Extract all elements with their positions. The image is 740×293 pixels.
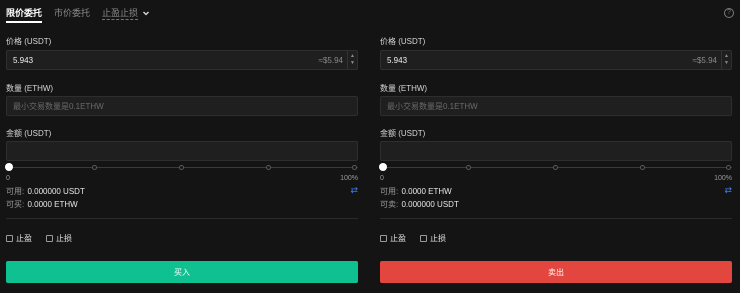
buy-price-stepper[interactable]: ▲ ▼ <box>347 51 357 69</box>
available-value: 0.0000 ETHW <box>401 187 452 196</box>
buy-percent-slider[interactable] <box>5 163 358 172</box>
tab-tp-sl[interactable]: 止盈止损 <box>102 6 150 23</box>
tab-tp-sl-label: 止盈止损 <box>102 7 139 20</box>
sell-qty-placeholder: 最小交易数量是0.1ETHW <box>387 101 478 111</box>
buy-slider-labels: 0 100% <box>6 175 358 182</box>
available-value: 0.000000 USDT <box>27 187 85 196</box>
slider-mark-50[interactable] <box>179 165 184 170</box>
divider <box>380 218 732 219</box>
transfer-icon[interactable]: ⇄ <box>350 185 358 196</box>
sell-qty-label: 数量 (ETHW) <box>380 84 428 93</box>
sell-amount-label: 金额 (USDT) <box>380 129 426 138</box>
buy-qty-placeholder: 最小交易数量是0.1ETHW <box>13 101 104 111</box>
checkbox-icon <box>6 235 13 242</box>
buy-take-profit-checkbox[interactable]: 止盈 <box>6 233 32 244</box>
slider-mark-75[interactable] <box>640 165 645 170</box>
slider-min-label: 0 <box>380 175 384 182</box>
available-label: 可用: <box>6 187 25 196</box>
buy-qty-label: 数量 (ETHW) <box>6 84 54 93</box>
buy-price-label: 价格 (USDT) <box>6 37 52 46</box>
available-label: 可用: <box>380 187 399 196</box>
sell-button[interactable]: 卖出 <box>380 261 732 283</box>
stop-loss-label: 止损 <box>56 234 72 243</box>
buy-qty-input[interactable]: 最小交易数量是0.1ETHW <box>6 96 358 116</box>
tab-market-order-label: 市价委托 <box>54 8 91 18</box>
buy-amount-label: 金额 (USDT) <box>6 129 52 138</box>
buy-tp-sl-options: 止盈 止损 <box>6 233 72 244</box>
slider-handle[interactable] <box>379 163 387 171</box>
buy-amount-input[interactable] <box>6 141 358 161</box>
chevron-down-icon <box>143 11 150 15</box>
slider-mark-25[interactable] <box>92 165 97 170</box>
take-profit-label: 止盈 <box>16 234 32 243</box>
can-sell-label: 可卖: <box>380 200 399 209</box>
take-profit-label: 止盈 <box>390 234 406 243</box>
stepper-down-icon[interactable]: ▼ <box>724 60 729 67</box>
slider-mark-50[interactable] <box>553 165 558 170</box>
slider-mark-25[interactable] <box>466 165 471 170</box>
slider-mark-75[interactable] <box>266 165 271 170</box>
tab-limit-order[interactable]: 限价委托 <box>6 6 43 23</box>
sell-percent-slider[interactable] <box>379 163 732 172</box>
stepper-up-icon[interactable]: ▲ <box>724 53 729 60</box>
buy-stop-loss-checkbox[interactable]: 止损 <box>46 233 72 244</box>
transfer-icon[interactable]: ⇄ <box>724 185 732 196</box>
sell-stop-loss-checkbox[interactable]: 止损 <box>420 233 446 244</box>
sell-can-sell: 可卖: 0.000000 USDT <box>380 199 459 210</box>
sell-slider-labels: 0 100% <box>380 175 732 182</box>
slider-mark-100[interactable] <box>726 165 731 170</box>
buy-price-input[interactable]: 5.943 ≈$5.94 ▲ ▼ <box>6 50 358 70</box>
buy-price-approx: ≈$5.94 <box>318 55 343 65</box>
checkbox-icon <box>46 235 53 242</box>
order-type-tabs: 限价委托 市价委托 止盈止损 <box>6 6 150 23</box>
sell-price-approx: ≈$5.94 <box>692 55 717 65</box>
sell-take-profit-checkbox[interactable]: 止盈 <box>380 233 406 244</box>
stepper-up-icon[interactable]: ▲ <box>350 53 355 60</box>
sell-amount-input[interactable] <box>380 141 732 161</box>
checkbox-icon <box>380 235 387 242</box>
slider-handle[interactable] <box>5 163 13 171</box>
sell-price-value: 5.943 <box>387 55 408 65</box>
sell-available: 可用: 0.0000 ETHW <box>380 186 452 197</box>
buy-available: 可用: 0.000000 USDT <box>6 186 85 197</box>
sell-price-stepper[interactable]: ▲ ▼ <box>721 51 731 69</box>
help-icon[interactable]: ? <box>724 8 734 18</box>
sell-qty-input[interactable]: 最小交易数量是0.1ETHW <box>380 96 732 116</box>
sell-tp-sl-options: 止盈 止损 <box>380 233 446 244</box>
sell-price-label: 价格 (USDT) <box>380 37 426 46</box>
stepper-down-icon[interactable]: ▼ <box>350 60 355 67</box>
divider <box>6 218 358 219</box>
buy-form: 价格 (USDT) 5.943 ≈$5.94 ▲ ▼ 数量 (ETHW) 最小交… <box>5 30 358 293</box>
sell-form: 价格 (USDT) 5.943 ≈$5.94 ▲ ▼ 数量 (ETHW) 最小交… <box>379 30 732 293</box>
buy-button[interactable]: 买入 <box>6 261 358 283</box>
stop-loss-label: 止损 <box>430 234 446 243</box>
sell-price-input[interactable]: 5.943 ≈$5.94 ▲ ▼ <box>380 50 732 70</box>
can-buy-label: 可买: <box>6 200 25 209</box>
slider-mark-100[interactable] <box>352 165 357 170</box>
tab-limit-order-label: 限价委托 <box>6 8 43 18</box>
can-buy-value: 0.0000 ETHW <box>27 200 78 209</box>
slider-max-label: 100% <box>714 175 732 182</box>
buy-can-buy: 可买: 0.0000 ETHW <box>6 199 78 210</box>
spot-order-panel: 限价委托 市价委托 止盈止损 ? 价格 (USDT) 5.943 ≈$5.94 … <box>0 0 740 293</box>
slider-max-label: 100% <box>340 175 358 182</box>
checkbox-icon <box>420 235 427 242</box>
buy-price-value: 5.943 <box>13 55 34 65</box>
tab-market-order[interactable]: 市价委托 <box>54 6 90 22</box>
can-sell-value: 0.000000 USDT <box>401 200 459 209</box>
slider-min-label: 0 <box>6 175 10 182</box>
